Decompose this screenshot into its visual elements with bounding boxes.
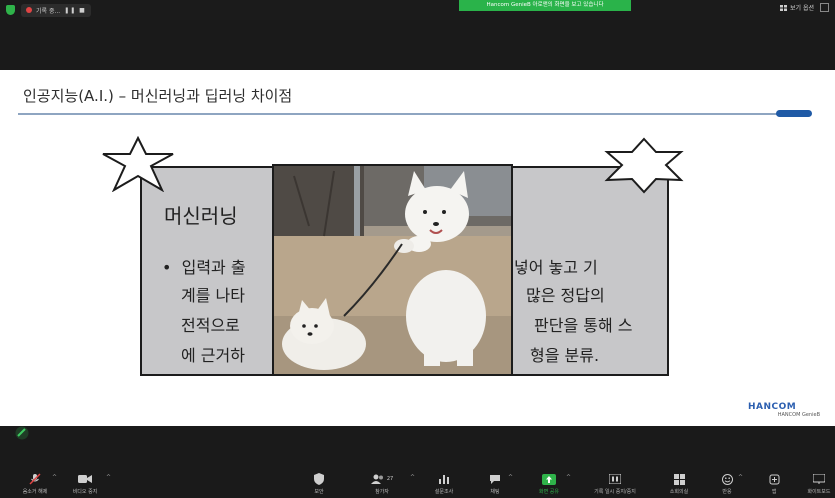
apps-button[interactable]: 앱 <box>764 470 784 498</box>
video-options-caret-icon[interactable]: ^ <box>106 474 111 481</box>
samoyed-dogs-image <box>274 166 511 374</box>
whiteboard-icon <box>813 474 825 484</box>
polls-button[interactable]: 설문조사 <box>426 470 462 498</box>
hancom-logo: HANCOM HANCOM GenieB <box>748 402 820 418</box>
logo-subtext: HANCOM GenieB <box>777 412 820 418</box>
poll-icon <box>439 475 449 484</box>
participant-count: 27 <box>386 476 394 482</box>
top-bar-right: 보기 옵션 <box>780 3 829 12</box>
muted-mic-icon <box>29 473 41 485</box>
whiteboard-button[interactable]: 화이트보드 <box>804 470 834 498</box>
annotate-pen-icon[interactable] <box>14 426 30 440</box>
box-heading: 머신러닝 <box>164 204 238 228</box>
share-screen-label: 화면 공유 <box>539 489 559 495</box>
share-screen-icon <box>542 473 556 485</box>
breakout-rooms-button[interactable]: 소회의실 <box>664 470 694 498</box>
chat-label: 채팅 <box>490 489 500 495</box>
reactions-icon <box>721 473 733 485</box>
title-divider <box>18 113 786 115</box>
share-caret-icon[interactable]: ^ <box>566 474 571 481</box>
apps-label: 앱 <box>771 489 777 495</box>
bullet-text-left-2: 계를 나타 <box>181 286 245 305</box>
apps-icon <box>769 474 779 484</box>
recording-controls[interactable]: ❚❚ ■ <box>64 7 86 14</box>
mute-label: 음소거 해제 <box>22 489 48 495</box>
bullet-text-right-4: 형을 분류. <box>530 346 600 365</box>
meeting-top-bar: 기록 중... ❚❚ ■ Hancom GenieB 아로앤의 화면을 보고 있… <box>0 0 835 20</box>
polls-label: 설문조사 <box>434 489 454 495</box>
pause-recording-label: 기록 일시 중지/중지 <box>594 489 636 495</box>
pause-recording-button[interactable]: 기록 일시 중지/중지 <box>584 470 646 498</box>
view-options-button[interactable]: 보기 옵션 <box>780 3 814 12</box>
bullet-line-1: • 입력과 출 <box>162 254 246 278</box>
reactions-button[interactable]: 반응 <box>716 470 738 498</box>
dogs-photo <box>272 164 513 376</box>
participants-label: 참가자 <box>375 489 389 495</box>
bullet-text-left-4: 에 근거하 <box>181 346 245 365</box>
slide-title: 인공지능(A.I.) – 머신러닝과 딥러닝 차이점 <box>23 87 293 105</box>
bullet-text-left-3: 전적으로 <box>181 316 240 335</box>
bullet-text-right-2: 많은 정답의 <box>526 286 605 305</box>
bullet-text-right-3: 판단을 통해 스 <box>534 316 633 335</box>
mute-options-caret-icon[interactable]: ^ <box>52 474 57 481</box>
recording-label: 기록 중... <box>36 7 61 15</box>
recording-dot-icon <box>26 7 32 13</box>
logo-mark: HANCOM <box>748 402 797 412</box>
whiteboard-label: 화이트보드 <box>807 489 831 495</box>
screen-share-banner[interactable]: Hancom GenieB 아로앤의 화면을 보고 있습니다 <box>459 0 631 11</box>
security-button[interactable]: 보안 <box>305 470 333 498</box>
chat-caret-icon[interactable]: ^ <box>508 474 513 481</box>
pause-record-icon <box>609 474 621 484</box>
breakout-rooms-label: 소회의실 <box>669 489 689 495</box>
recording-indicator[interactable]: 기록 중... ❚❚ ■ <box>21 3 91 17</box>
chat-icon <box>490 474 500 484</box>
view-options-label: 보기 옵션 <box>790 5 814 12</box>
meeting-toolbar: 음소거 해제 ^ 비디오 중지 ^ 보안 27 참가자 ^ 설문조사 채팅 ^ … <box>0 470 835 498</box>
encryption-shield-icon[interactable] <box>6 5 15 15</box>
participants-button[interactable]: 27 참가자 <box>366 470 398 498</box>
bullet-text-left-1: 입력과 출 <box>181 258 246 277</box>
chat-button[interactable]: 채팅 <box>482 470 508 498</box>
shared-slide: 인공지능(A.I.) – 머신러닝과 딥러닝 차이점 머신러닝 • 입력과 출 … <box>0 70 835 426</box>
share-screen-button[interactable]: 화면 공유 <box>532 470 566 498</box>
video-camera-icon <box>78 475 92 483</box>
reactions-caret-icon[interactable]: ^ <box>738 474 743 481</box>
video-button[interactable]: 비디오 중지 <box>62 470 108 498</box>
bullet-mark: • <box>162 258 172 277</box>
security-label: 보안 <box>314 489 324 495</box>
shield-icon <box>314 473 324 485</box>
star-left-icon <box>102 136 174 192</box>
top-bar-left: 기록 중... ❚❚ ■ <box>6 3 91 17</box>
star-right-icon <box>604 137 684 194</box>
participants-caret-icon[interactable]: ^ <box>410 474 415 481</box>
video-label: 비디오 중지 <box>72 489 98 495</box>
fullscreen-icon[interactable] <box>820 3 829 12</box>
breakout-rooms-icon <box>673 473 685 485</box>
title-accent-bar <box>776 110 812 117</box>
participants-icon <box>370 474 383 484</box>
reactions-label: 반응 <box>722 489 732 495</box>
grid-view-icon <box>780 4 787 11</box>
bullet-text-right-1: 넣어 놓고 기 <box>514 258 598 277</box>
mute-button[interactable]: 음소거 해제 <box>18 470 52 498</box>
